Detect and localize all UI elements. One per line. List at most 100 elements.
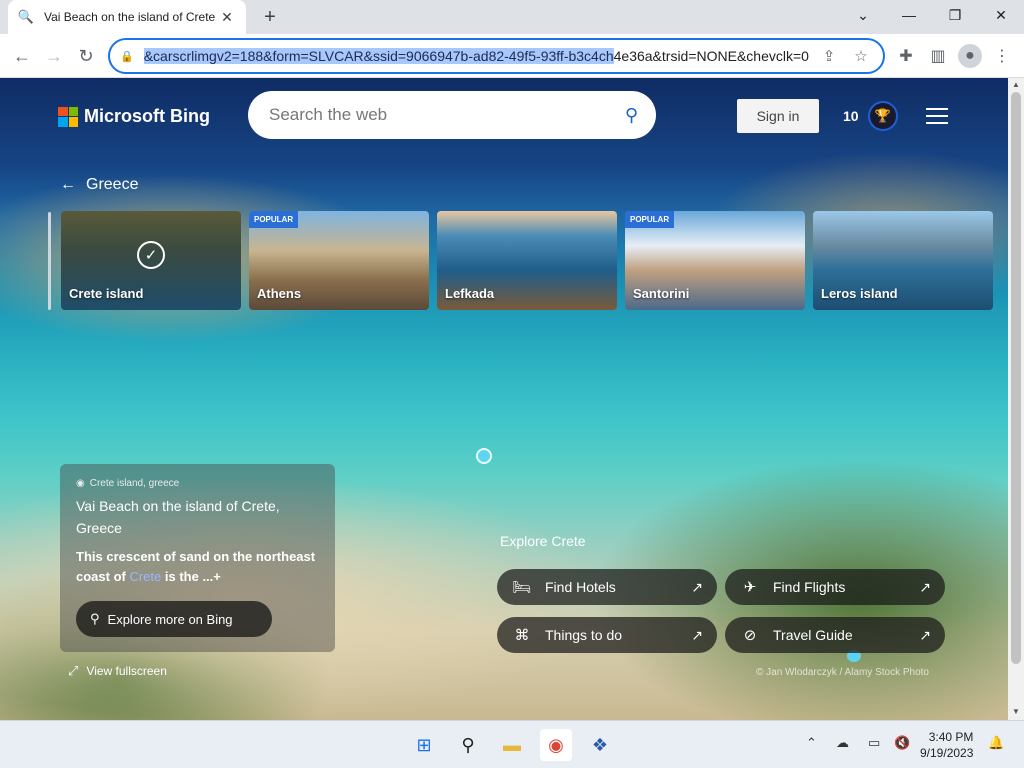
notification-bell-icon[interactable]: 🔔 [988, 735, 1004, 751]
crete-link[interactable]: Crete [129, 569, 161, 584]
hamburger-menu-icon[interactable] [926, 108, 948, 124]
search-icon: ⚲ [90, 611, 100, 626]
extensions-puzzle-icon[interactable]: ✚ [894, 44, 918, 68]
screen: 🔍 Vai Beach on the island of Crete ✕ + ⌄… [0, 0, 1024, 768]
windows-taskbar: ⊞ ⚲ ▬ ◉ ❖ ⌃ ☁ ▭ 🔇 3:40 PM 9/19/2023 🔔 [0, 720, 1024, 768]
close-tab-icon[interactable]: ✕ [218, 8, 236, 26]
find-flights-label: Find Flights [773, 579, 846, 595]
restore-button[interactable]: ❐ [932, 0, 978, 30]
travel-guide-button[interactable]: ⊘ Travel Guide ↗ [725, 617, 945, 653]
new-tab-button[interactable]: + [258, 6, 282, 28]
carousel-card-label: Santorini [633, 286, 690, 301]
rewards-points[interactable]: 10 [843, 108, 859, 124]
carousel-scroll-indicator [48, 212, 51, 310]
find-flights-button[interactable]: ✈ Find Flights ↗ [725, 569, 945, 605]
binoculars-icon: ⌘ [514, 627, 530, 644]
rewards-trophy-icon[interactable]: 🏆 [868, 101, 898, 131]
url-rest-text: 4e36a&trsid=NONE&chevclk=0 [613, 48, 809, 64]
tab-bar: 🔍 Vai Beach on the island of Crete ✕ + ⌄… [0, 0, 1024, 34]
scroll-down-icon[interactable]: ▼ [1012, 707, 1020, 716]
carousel-card-leros[interactable]: Leros island [813, 211, 993, 310]
search-icon[interactable]: ⚲ [452, 729, 484, 761]
explore-more-label: Explore more on Bing [107, 611, 233, 627]
page-scrollbar[interactable]: ▲ ▼ [1008, 78, 1024, 720]
carousel-card-label: Lefkada [445, 286, 495, 301]
popular-badge: POPULAR [625, 211, 675, 228]
chrome-icon[interactable]: ◉ [540, 729, 572, 761]
windows-start-icon[interactable]: ⊞ [408, 729, 440, 761]
search-input[interactable] [269, 105, 625, 125]
things-to-do-button[interactable]: ⌘ Things to do ↗ [497, 617, 717, 653]
external-link-icon: ↗ [919, 626, 931, 643]
clock-date: 9/19/2023 [920, 746, 974, 760]
photo-credit[interactable]: © Jan Wlodarczyk / Alamy Stock Photo [756, 667, 929, 678]
view-fullscreen-button[interactable]: ⤢ View fullscreen [68, 663, 167, 679]
external-link-icon: ↗ [691, 626, 703, 643]
cloud-info-icon[interactable]: ☁ [836, 735, 849, 751]
search-box[interactable]: ⚲ [248, 91, 656, 139]
virtualbox-icon[interactable]: ❖ [584, 729, 616, 761]
carousel-card-lefkada[interactable]: Lefkada [437, 211, 617, 310]
popular-badge: POPULAR [249, 211, 299, 228]
bookmark-star-icon[interactable]: ☆ [849, 44, 873, 68]
profile-avatar-icon[interactable]: ● [958, 44, 982, 68]
carousel-card-santorini[interactable]: POPULAR Santorini [625, 211, 805, 310]
find-hotels-button[interactable]: 🛏 Find Hotels ↗ [497, 569, 717, 605]
close-window-button[interactable]: ✕ [978, 0, 1024, 30]
expand-diagonal-icon: ⤢ [68, 663, 79, 678]
location-pin-icon: ◉ [76, 478, 85, 489]
external-link-icon: ↗ [691, 578, 703, 595]
back-icon[interactable]: ← [8, 42, 36, 70]
carousel-card-crete[interactable]: ✓ Crete island [61, 211, 241, 310]
url-text[interactable]: &carscrlimgv2=188&form=SLVCAR&ssid=90669… [143, 48, 809, 64]
lock-icon[interactable]: 🔒 [120, 50, 134, 63]
url-selected-text: &carscrlimgv2=188&form=SLVCAR&ssid=90669… [143, 48, 614, 64]
image-hotspot[interactable] [476, 448, 492, 464]
plane-icon: ✈ [743, 579, 757, 596]
explore-heading: Explore Crete [500, 533, 586, 549]
carousel-card-label: Athens [257, 286, 302, 301]
image-description: This crescent of sand on the northeast c… [76, 547, 319, 587]
view-fullscreen-label: View fullscreen [86, 664, 167, 678]
external-link-icon: ↗ [919, 578, 931, 595]
clock-time: 3:40 PM [928, 730, 974, 744]
description-text-tail: is the ... [161, 569, 214, 584]
browser-tab[interactable]: 🔍 Vai Beach on the island of Crete ✕ [8, 0, 246, 34]
compass-icon: ⊘ [743, 627, 757, 644]
scroll-up-icon[interactable]: ▲ [1012, 80, 1020, 89]
sign-in-button[interactable]: Sign in [737, 99, 819, 133]
volume-muted-icon[interactable]: 🔇 [894, 735, 910, 751]
side-panel-icon[interactable]: ▥ [926, 44, 950, 68]
carousel-title: Greece [86, 176, 139, 193]
bing-search-favicon-icon: 🔍 [17, 9, 35, 24]
bed-icon: 🛏 [512, 579, 532, 596]
bing-page: Microsoft Bing ⚲ Sign in 10 🏆 ← Greece ✓… [0, 78, 1008, 720]
browser-toolbar: ← → ↻ 🔒 &carscrlimgv2=188&form=SLVCAR&ss… [0, 34, 1024, 78]
address-bar[interactable]: 🔒 &carscrlimgv2=188&form=SLVCAR&ssid=906… [108, 38, 885, 74]
back-arrow-icon[interactable]: ← [60, 176, 76, 194]
location-text: Crete island, greece [89, 478, 180, 489]
carousel-card-label: Leros island [821, 286, 898, 301]
selected-check-icon: ✓ [137, 241, 165, 269]
forward-icon[interactable]: → [40, 42, 68, 70]
reload-icon[interactable]: ↻ [72, 42, 100, 70]
search-icon[interactable]: ⚲ [625, 105, 638, 126]
carousel-card-athens[interactable]: POPULAR Athens [249, 211, 429, 310]
file-explorer-icon[interactable]: ▬ [496, 729, 528, 761]
network-monitor-icon[interactable]: ▭ [868, 735, 880, 751]
tray-chevron-up-icon[interactable]: ⌃ [806, 735, 817, 751]
expand-more-icon[interactable]: + [213, 569, 221, 584]
travel-guide-label: Travel Guide [773, 627, 853, 643]
explore-more-button[interactable]: ⚲ Explore more on Bing [76, 601, 272, 637]
carousel-header[interactable]: ← Greece [60, 176, 138, 194]
location-line: ◉ Crete island, greece [76, 478, 319, 489]
share-icon[interactable]: ⇪ [817, 44, 841, 68]
scrollbar-thumb[interactable] [1011, 92, 1021, 664]
kebab-menu-icon[interactable]: ⋮ [990, 44, 1014, 68]
minimize-button[interactable]: — [886, 0, 932, 30]
system-clock[interactable]: 3:40 PM 9/19/2023 [920, 729, 973, 761]
things-to-do-label: Things to do [545, 627, 623, 643]
image-title[interactable]: Vai Beach on the island of Crete, Greece [76, 495, 319, 539]
bing-logo[interactable]: Microsoft Bing [58, 106, 210, 127]
tab-search-icon[interactable]: ⌄ [840, 0, 886, 30]
